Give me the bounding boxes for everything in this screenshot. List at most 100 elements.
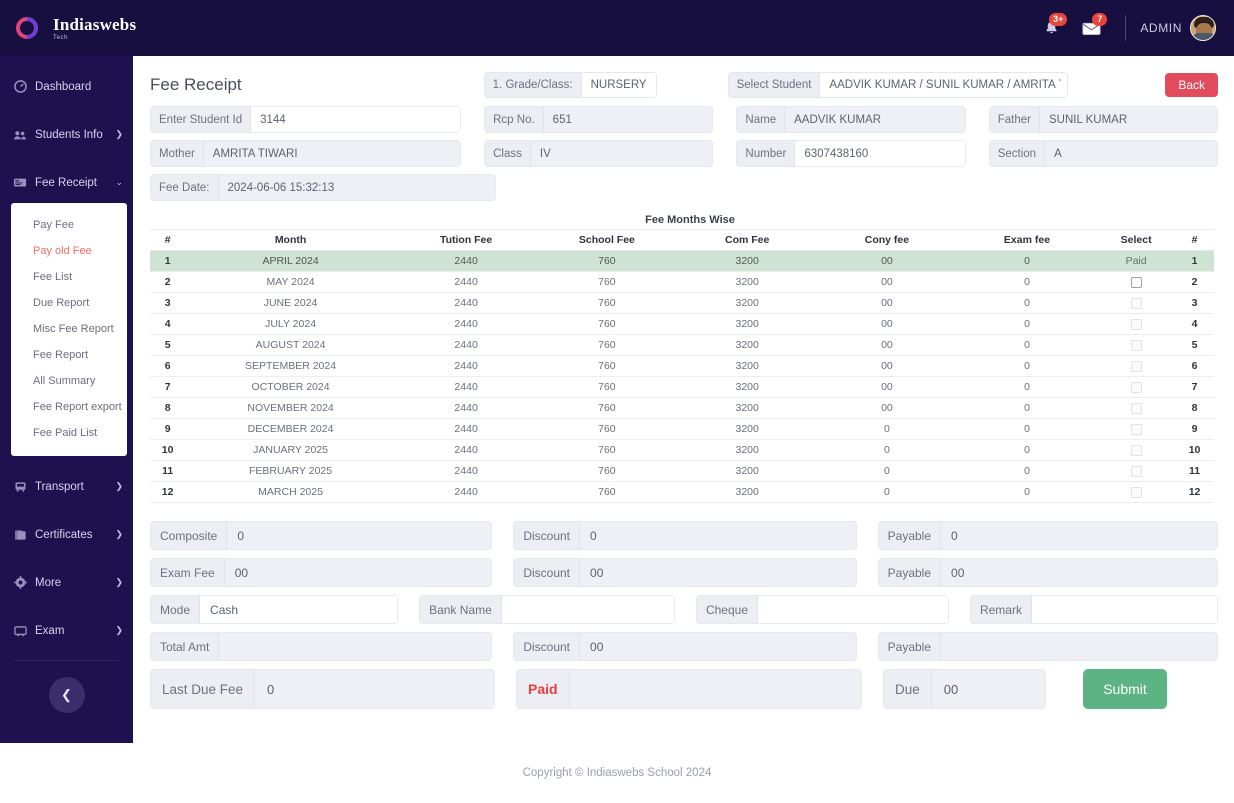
grade-class-value[interactable]: NURSERY [580,72,657,98]
row-select-checkbox[interactable] [1130,297,1142,309]
user-menu[interactable]: ADMIN [1140,15,1216,41]
last-due-fee-field[interactable]: Last Due Fee 0 [150,669,495,709]
submenu-item-all-summary[interactable]: All Summary [11,368,127,394]
submenu-item-misc-fee-report[interactable]: Misc Fee Report [11,316,127,342]
cell-select[interactable] [1097,439,1176,461]
grade-class-selector[interactable]: 1. Grade/Class: NURSERY [483,72,657,98]
submenu-item-pay-old-fee[interactable]: Pay old Fee [11,238,127,264]
cell-select[interactable] [1097,397,1176,419]
cell-select[interactable] [1097,292,1176,314]
mother-field[interactable]: Mother AMRITA TIWARI [150,140,462,167]
mode-field[interactable]: Mode Cash [150,595,399,624]
number-field[interactable]: Number 6307438160 [736,140,966,167]
section-field[interactable]: Section A [988,140,1219,167]
section-label: Section [988,140,1046,167]
table-row[interactable]: 12 MARCH 2025 2440 760 3200 0 0 12 [150,481,1214,503]
table-row[interactable]: 5 AUGUST 2024 2440 760 3200 00 0 5 [150,334,1214,356]
name-field[interactable]: Name AADVIK KUMAR [736,106,966,133]
cell-select[interactable] [1097,460,1176,482]
sidebar-item-exam[interactable]: Exam ❯ [0,613,133,648]
cell-school-fee: 760 [536,439,678,461]
submenu-item-pay-fee[interactable]: Pay Fee [11,212,127,238]
exam-discount-field[interactable]: Discount 00 [513,558,857,587]
brand-logo[interactable]: Indiaswebs Tech [0,0,136,56]
row-select-checkbox[interactable] [1130,339,1142,351]
row-select-checkbox[interactable] [1130,276,1142,288]
row-select-checkbox[interactable] [1130,486,1142,498]
submenu-item-fee-report[interactable]: Fee Report [11,342,127,368]
total-amt-value [219,632,493,661]
table-row[interactable]: 4 JULY 2024 2440 760 3200 00 0 4 [150,313,1214,335]
cell-tution-fee: 2440 [395,292,537,314]
student-id-value[interactable]: 3144 [251,106,462,133]
table-row[interactable]: 10 JANUARY 2025 2440 760 3200 0 0 10 [150,439,1214,461]
submenu-item-fee-paid-list[interactable]: Fee Paid List [11,420,127,446]
sidebar-item-transport[interactable]: Transport ❯ [0,469,133,504]
class-field[interactable]: Class IV [484,140,714,167]
table-row[interactable]: 2 MAY 2024 2440 760 3200 00 0 2 [150,271,1214,293]
sidebar-item-students-info[interactable]: Students Info ❯ [0,117,133,152]
row-select-checkbox[interactable] [1130,444,1142,456]
row-select-checkbox[interactable] [1130,318,1142,330]
table-row[interactable]: 8 NOVEMBER 2024 2440 760 3200 00 0 8 [150,397,1214,419]
submenu-item-fee-list[interactable]: Fee List [11,264,127,290]
bank-name-field[interactable]: Bank Name [419,595,675,624]
rcp-no-field[interactable]: Rcp No. 651 [484,106,714,133]
cell-select[interactable] [1097,376,1176,398]
row-select-checkbox[interactable] [1130,423,1142,435]
exam-fee-field[interactable]: Exam Fee 00 [150,558,493,587]
submenu-item-fee-report-export[interactable]: Fee Report export [11,394,127,420]
remark-field[interactable]: Remark [969,595,1218,624]
ring-logo-icon [16,17,38,39]
cell-index: 5 [150,334,186,356]
total-discount-field[interactable]: Discount 00 [513,632,857,661]
back-button[interactable]: Back [1165,73,1218,97]
cell-select[interactable] [1097,355,1176,377]
mode-value[interactable]: Cash [200,595,399,624]
row-select-checkbox[interactable] [1130,465,1142,477]
row-select-checkbox[interactable] [1130,360,1142,372]
sidebar-item-fee-receipt[interactable]: Fee Receipt ⌄ [0,165,133,200]
cell-select[interactable] [1097,313,1176,335]
avatar[interactable] [1190,15,1216,41]
composite-discount-field[interactable]: Discount 0 [513,521,857,550]
composite-field[interactable]: Composite 0 [150,521,493,550]
number-value[interactable]: 6307438160 [795,140,966,167]
cheque-value[interactable] [758,595,949,624]
table-row[interactable]: 9 DECEMBER 2024 2440 760 3200 0 0 9 [150,418,1214,440]
table-row[interactable]: 7 OCTOBER 2024 2440 760 3200 00 0 7 [150,376,1214,398]
sidebar-item-more[interactable]: More ❯ [0,565,133,600]
cheque-field[interactable]: Cheque [695,595,949,624]
due-field[interactable]: Due 00 [883,669,1046,709]
cell-index-2: 10 [1175,439,1214,461]
sidebar-collapse-button[interactable]: ❮ [48,677,85,713]
select-student-value[interactable]: AADVIK KUMAR / SUNIL KUMAR / AMRITA ` [819,72,1068,98]
father-field[interactable]: Father SUNIL KUMAR [988,106,1219,133]
total-payable-field[interactable]: Payable [877,632,1218,661]
select-student-group[interactable]: Select Student AADVIK KUMAR / SUNIL KUMA… [727,72,1068,98]
sidebar-item-certificates[interactable]: Certificates ❯ [0,517,133,552]
submit-button[interactable]: Submit [1083,669,1167,709]
table-row[interactable]: 11 FEBRUARY 2025 2440 760 3200 0 0 11 [150,460,1214,482]
student-id-field[interactable]: Enter Student Id 3144 [150,106,462,133]
table-row[interactable]: 6 SEPTEMBER 2024 2440 760 3200 00 0 6 [150,355,1214,377]
submenu-item-due-report[interactable]: Due Report [11,290,127,316]
sidebar-item-dashboard[interactable]: Dashboard [0,69,133,104]
remark-value[interactable] [1031,595,1218,624]
paid-field[interactable]: Paid [516,669,862,709]
bank-name-value[interactable] [501,595,675,624]
cell-select[interactable] [1097,271,1176,293]
messages-button[interactable]: 7 [1071,11,1111,45]
total-amt-field[interactable]: Total Amt [150,632,493,661]
cell-select[interactable] [1097,418,1176,440]
table-row[interactable]: 1 APRIL 2024 2440 760 3200 00 0 Paid 1 [150,250,1214,272]
cell-select[interactable] [1097,334,1176,356]
exam-payable-field[interactable]: Payable 00 [877,558,1218,587]
composite-payable-field[interactable]: Payable 0 [877,521,1218,550]
notifications-button[interactable]: 3+ [1031,11,1071,45]
fee-date-field[interactable]: Fee Date: 2024-06-06 15:32:13 [150,174,496,201]
table-row[interactable]: 3 JUNE 2024 2440 760 3200 00 0 3 [150,292,1214,314]
row-select-checkbox[interactable] [1130,402,1142,414]
row-select-checkbox[interactable] [1130,381,1142,393]
cell-select[interactable] [1097,481,1176,503]
